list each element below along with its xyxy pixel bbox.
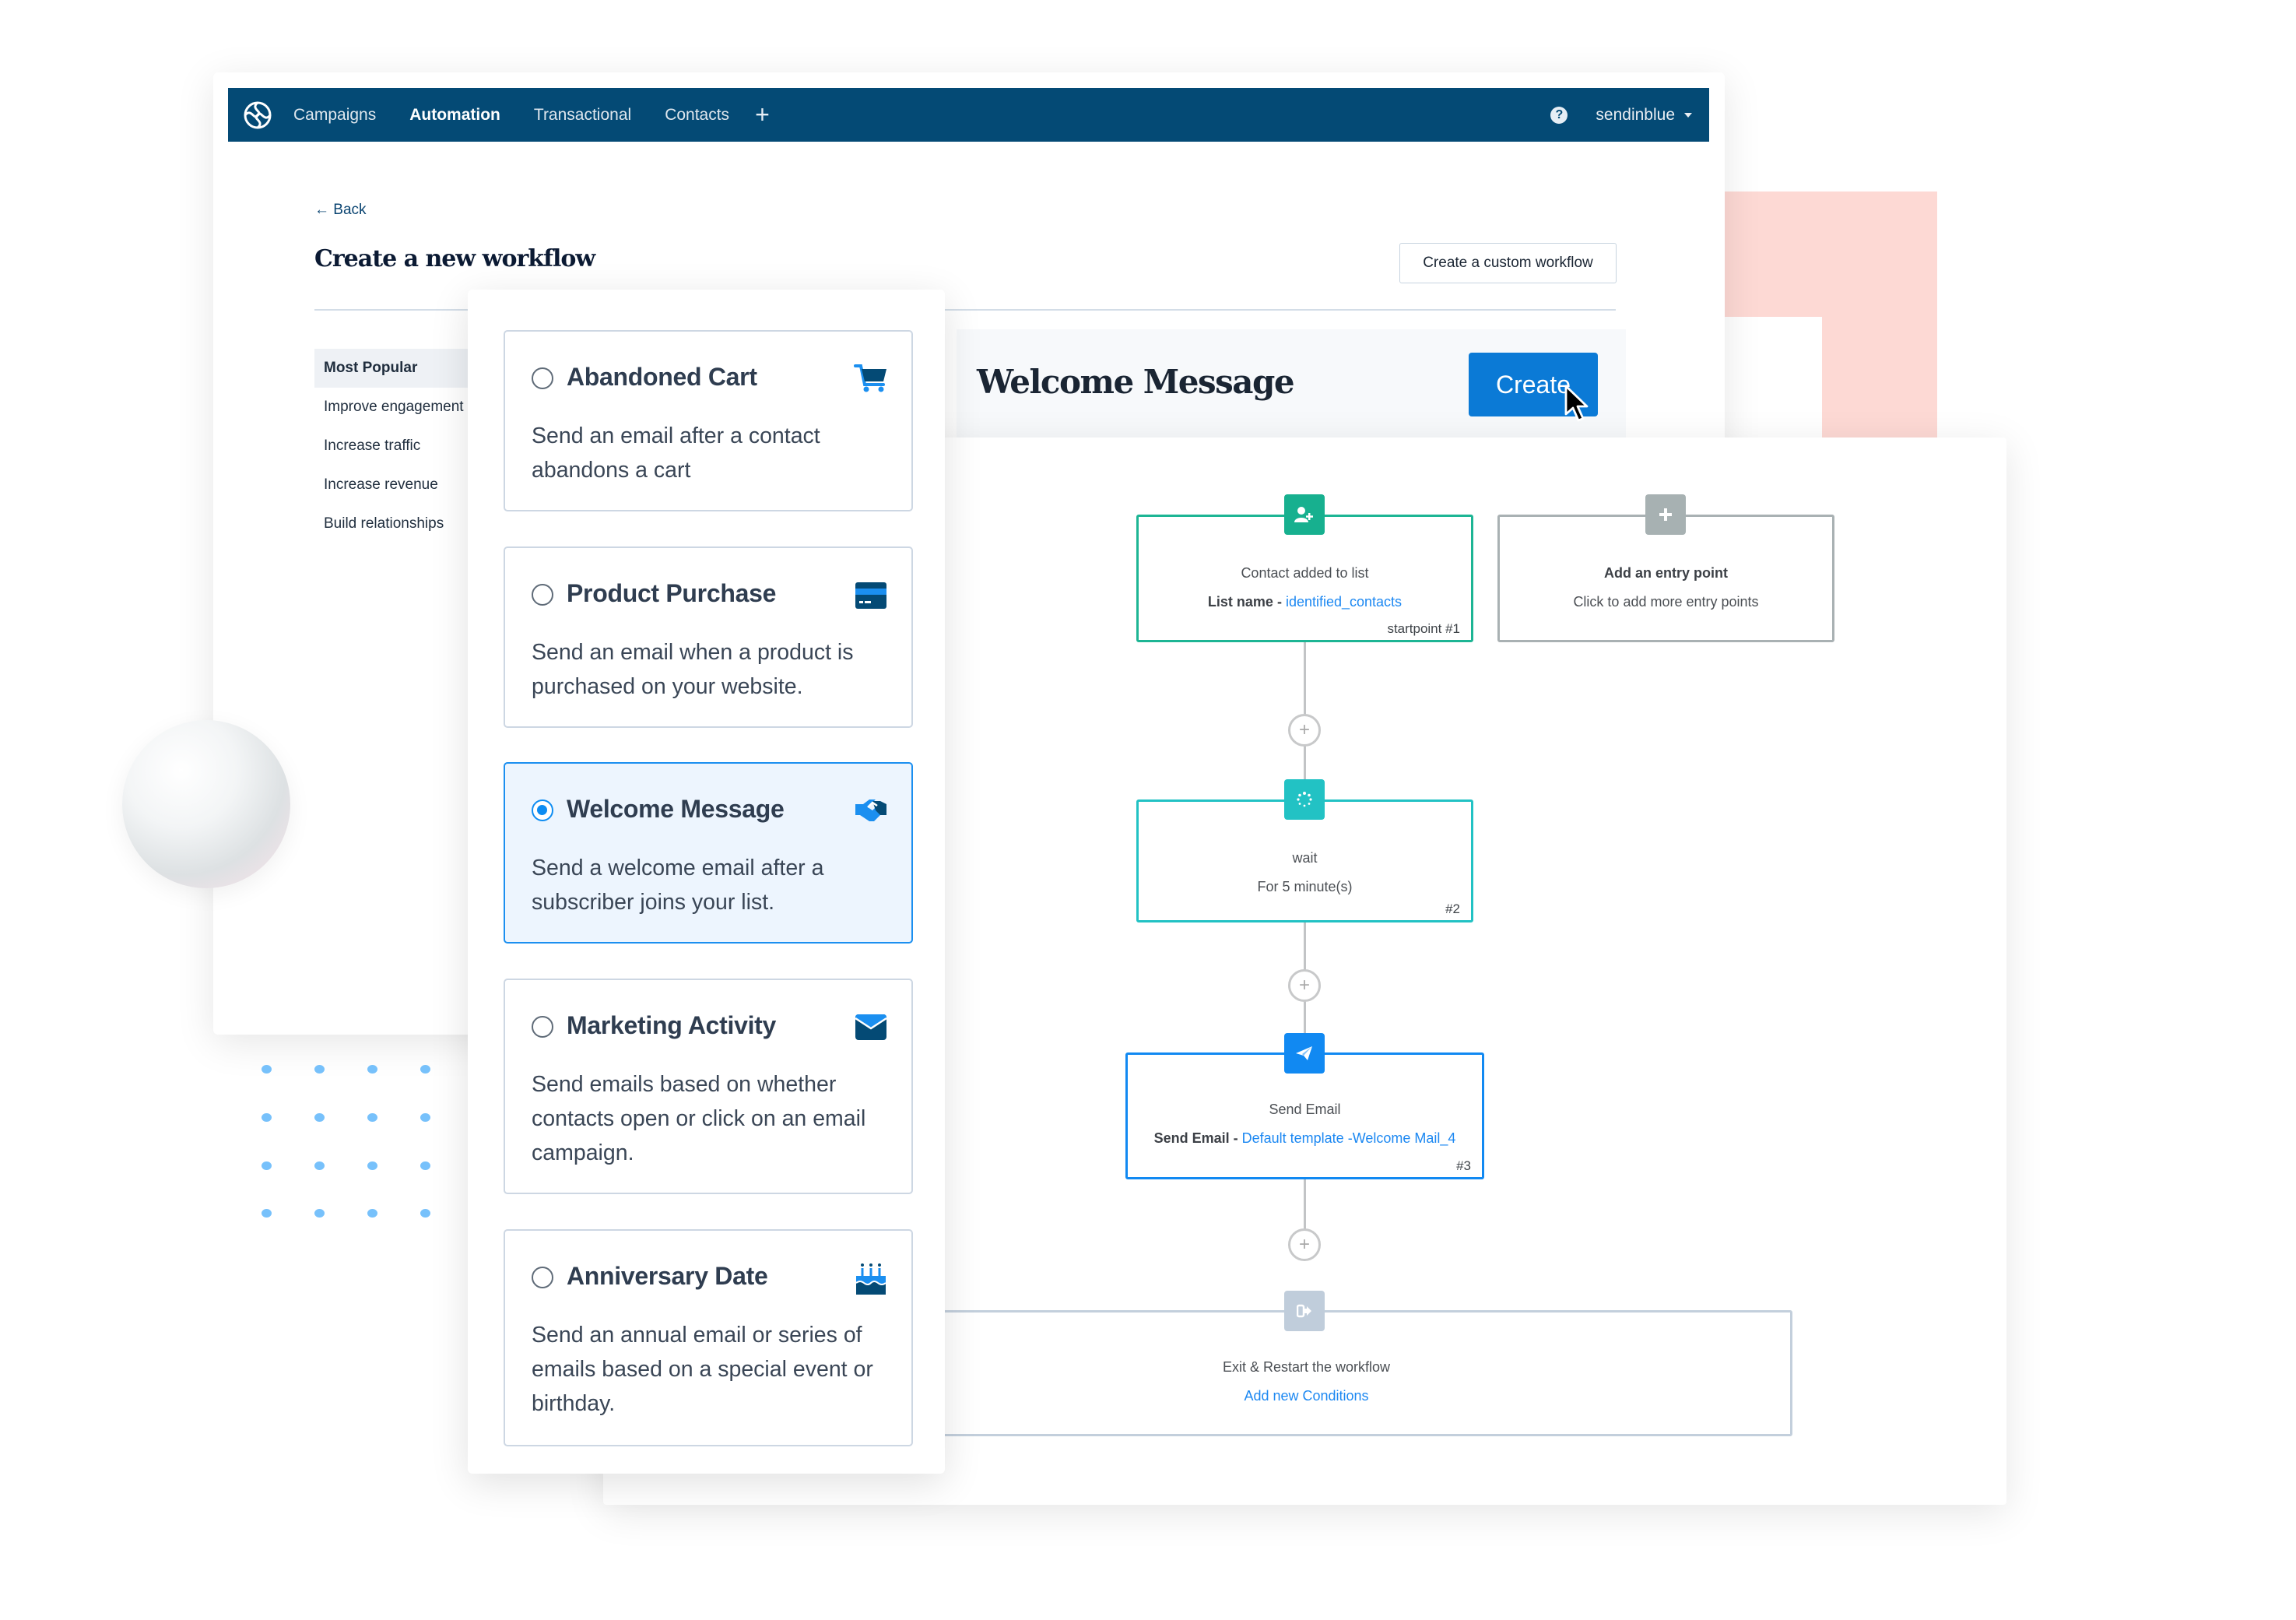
card-description: Send an annual email or series of emails… (532, 1323, 873, 1416)
template-card-marketing-activity[interactable]: Marketing Activity Send emails based on … (504, 979, 913, 1194)
nav-right: ? sendinblue (1550, 106, 1692, 125)
workflow-template-list: Abandoned Cart Send an email after a con… (468, 290, 945, 1474)
nav-item-contacts[interactable]: Contacts (665, 106, 729, 125)
template-card-product-purchase[interactable]: Product Purchase Send an email when a pr… (504, 546, 913, 728)
send-email-tag: #3 (1456, 1158, 1471, 1173)
decorative-dot (262, 1209, 272, 1218)
decorative-dot (367, 1209, 377, 1218)
entry-node-title: Contact added to list (1241, 565, 1369, 581)
birthday-cake-icon (854, 1262, 888, 1295)
list-name-link[interactable]: identified_contacts (1286, 594, 1402, 610)
handshake-icon (854, 795, 888, 826)
help-icon[interactable]: ? (1550, 106, 1568, 124)
card-title: Marketing Activity (567, 1011, 777, 1039)
send-email-title: Send Email (1269, 1102, 1341, 1117)
radio-button[interactable] (532, 367, 553, 389)
exit-node-title: Exit & Restart the workflow (1222, 1359, 1391, 1375)
sendinblue-logo-icon[interactable] (242, 100, 273, 131)
decorative-sphere (122, 720, 290, 888)
top-navbar: Campaigns Automation Transactional Conta… (228, 88, 1709, 142)
paper-plane-icon (1284, 1033, 1325, 1074)
add-step-button[interactable]: + (1288, 714, 1321, 747)
decorative-dot (262, 1161, 272, 1170)
sidebar-item-build-relationships[interactable]: Build relationships (314, 504, 470, 543)
nav-item-campaigns[interactable]: Campaigns (293, 106, 376, 125)
wait-node-subtitle: For 5 minute(s) (1257, 879, 1353, 894)
entry-node-tag: startpoint #1 (1387, 621, 1460, 636)
create-custom-workflow-button[interactable]: Create a custom workflow (1399, 243, 1617, 283)
send-email-detail: Send Email - Default template -Welcome M… (1128, 1130, 1482, 1147)
radio-button-selected[interactable] (532, 799, 553, 821)
radio-button[interactable] (532, 1016, 553, 1038)
template-card-abandoned-cart[interactable]: Abandoned Cart Send an email after a con… (504, 330, 913, 511)
category-sidebar: Most Popular Improve engagement Increase… (314, 349, 470, 543)
card-description: Send an email when a product is purchase… (532, 640, 854, 699)
card-title: Product Purchase (567, 579, 777, 607)
account-dropdown[interactable]: sendinblue (1596, 106, 1692, 125)
card-description: Send a welcome email after a subscriber … (532, 856, 824, 915)
radio-button[interactable] (532, 1267, 553, 1288)
sidebar-item-improve-engagement[interactable]: Improve engagement (314, 388, 470, 427)
card-title: Abandoned Cart (567, 363, 757, 391)
template-card-welcome-message[interactable]: Welcome Message Send a welcome email aft… (504, 762, 913, 944)
exit-node-link-row: Add new Conditions (932, 1388, 1680, 1404)
decorative-dot (314, 1161, 325, 1170)
nav-item-transactional[interactable]: Transactional (534, 106, 631, 125)
user-add-icon (1284, 494, 1325, 535)
decorative-dot (420, 1209, 430, 1218)
decorative-dot (314, 1065, 325, 1074)
sidebar-item-increase-revenue[interactable]: Increase revenue (314, 466, 470, 504)
decorative-dot (420, 1161, 430, 1170)
decorative-dot (420, 1113, 430, 1122)
template-card-anniversary-date[interactable]: Anniversary Date Send an annual email or… (504, 1229, 913, 1446)
add-conditions-link[interactable]: Add new Conditions (1244, 1388, 1368, 1404)
card-title: Welcome Message (567, 795, 785, 823)
nav-item-automation[interactable]: Automation (409, 106, 500, 125)
decorative-dot (367, 1161, 377, 1170)
chevron-down-icon (1684, 112, 1692, 118)
exit-icon (1284, 1291, 1325, 1331)
mouse-pointer-icon (1564, 385, 1592, 427)
add-entry-subtitle: Click to add more entry points (1573, 594, 1759, 610)
exit-node[interactable]: Exit & Restart the workflow Add new Cond… (930, 1310, 1792, 1436)
card-description: Send emails based on whether contacts op… (532, 1072, 866, 1165)
radio-button[interactable] (532, 584, 553, 606)
page-title: Create a new workflow (314, 245, 595, 272)
wait-node-title: wait (1292, 850, 1318, 866)
decorative-dot (262, 1065, 272, 1074)
decorative-dot (314, 1113, 325, 1122)
sidebar-item-increase-traffic[interactable]: Increase traffic (314, 427, 470, 466)
sidebar-item-most-popular[interactable]: Most Popular (314, 349, 470, 388)
plus-icon[interactable] (1645, 494, 1686, 535)
envelope-icon (854, 1011, 888, 1042)
shopping-cart-icon (854, 363, 888, 394)
decorative-dot (314, 1209, 325, 1218)
credit-card-icon (854, 579, 888, 610)
email-template-link[interactable]: Default template -Welcome Mail_4 (1242, 1130, 1456, 1146)
decorative-dot (420, 1065, 430, 1074)
add-entry-title: Add an entry point (1604, 565, 1728, 581)
wait-node-tag: #2 (1445, 901, 1460, 916)
spinner-icon (1284, 779, 1325, 820)
decorative-dot (367, 1113, 377, 1122)
entry-node-detail: List name - identified_contacts (1139, 594, 1471, 610)
decorative-dot (367, 1065, 377, 1074)
card-title: Anniversary Date (567, 1262, 768, 1290)
entry-node-label: List name - (1207, 594, 1286, 610)
nav-add-icon[interactable]: + (755, 100, 770, 129)
back-link[interactable]: ← Back (314, 202, 367, 219)
account-name: sendinblue (1596, 105, 1675, 124)
add-step-button[interactable]: + (1288, 969, 1321, 1002)
preview-title: Welcome Message (977, 363, 1295, 401)
decorative-dot (262, 1113, 272, 1122)
add-step-button[interactable]: + (1288, 1228, 1321, 1261)
send-email-label: Send Email - (1153, 1130, 1242, 1146)
decorative-pink-notch (1725, 317, 1822, 441)
card-description: Send an email after a contact abandons a… (532, 423, 820, 483)
